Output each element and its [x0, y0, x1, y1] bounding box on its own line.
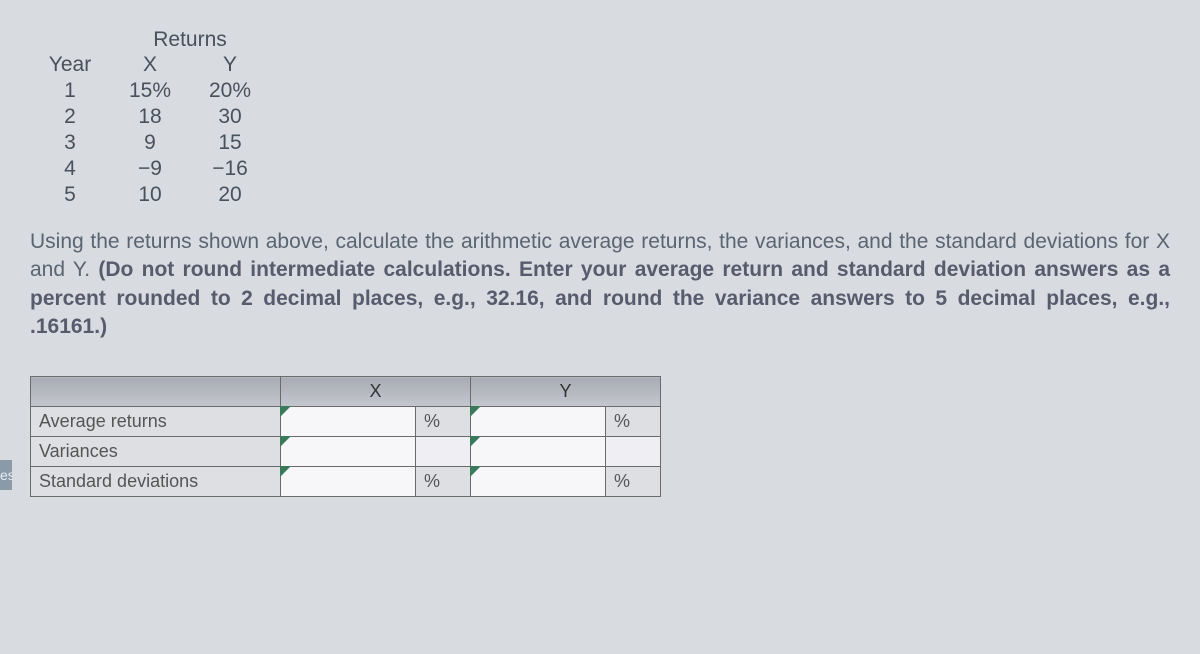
unit-label: %: [416, 467, 471, 497]
table-row: 5 10 20: [30, 182, 1180, 208]
question-content: Returns Year X Y 1 15% 20% 2 18 30 3 9 1…: [30, 28, 1180, 497]
table-row: 4 −9 −16: [30, 156, 1180, 182]
cell-year: 1: [30, 78, 110, 104]
input-flag-icon: [280, 406, 291, 417]
cell-year: 4: [30, 156, 110, 182]
cell-x: 18: [110, 104, 190, 130]
unit-label: [416, 437, 471, 467]
header-y: Y: [190, 52, 270, 78]
cell-x: 15%: [110, 78, 190, 104]
returns-header: Returns: [110, 28, 270, 52]
unit-label: %: [416, 407, 471, 437]
row-label: Average returns: [31, 407, 281, 437]
sidebar-fragment: es: [0, 460, 12, 490]
avg-return-y-input[interactable]: [471, 407, 606, 437]
answer-header-row: X Y: [31, 377, 661, 407]
header-year: Year: [30, 52, 110, 78]
unit-label: %: [606, 467, 661, 497]
cell-year: 2: [30, 104, 110, 130]
input-flag-icon: [470, 406, 481, 417]
instructions-bold: (Do not round intermediate calculations.…: [30, 258, 1170, 338]
row-label: Standard deviations: [31, 467, 281, 497]
header-x: X: [110, 52, 190, 78]
answer-row: Standard deviations % %: [31, 467, 661, 497]
answer-header-x: X: [281, 377, 471, 407]
input-flag-icon: [280, 436, 291, 447]
input-flag-icon: [470, 436, 481, 447]
cell-y: 20: [190, 182, 270, 208]
avg-return-x-input[interactable]: [281, 407, 416, 437]
cell-y: 20%: [190, 78, 270, 104]
cell-x: 9: [110, 130, 190, 156]
table-row: 1 15% 20%: [30, 78, 1180, 104]
cell-x: 10: [110, 182, 190, 208]
answer-table: X Y Average returns % % Variances Standa…: [30, 376, 661, 497]
stddev-x-input[interactable]: [281, 467, 416, 497]
cell-y: 15: [190, 130, 270, 156]
answer-row: Variances: [31, 437, 661, 467]
header-blank: [31, 377, 281, 407]
answer-row: Average returns % %: [31, 407, 661, 437]
returns-data-table: Returns Year X Y 1 15% 20% 2 18 30 3 9 1…: [30, 28, 1180, 208]
input-flag-icon: [280, 466, 291, 477]
cell-y: −16: [190, 156, 270, 182]
stddev-y-input[interactable]: [471, 467, 606, 497]
cell-year: 3: [30, 130, 110, 156]
unit-label: [606, 437, 661, 467]
table-row: 2 18 30: [30, 104, 1180, 130]
cell-year: 5: [30, 182, 110, 208]
cell-y: 30: [190, 104, 270, 130]
variance-x-input[interactable]: [281, 437, 416, 467]
input-flag-icon: [470, 466, 481, 477]
cell-x: −9: [110, 156, 190, 182]
row-label: Variances: [31, 437, 281, 467]
unit-label: %: [606, 407, 661, 437]
answer-header-y: Y: [471, 377, 661, 407]
table-row: 3 9 15: [30, 130, 1180, 156]
variance-y-input[interactable]: [471, 437, 606, 467]
question-instructions: Using the returns shown above, calculate…: [30, 228, 1180, 341]
